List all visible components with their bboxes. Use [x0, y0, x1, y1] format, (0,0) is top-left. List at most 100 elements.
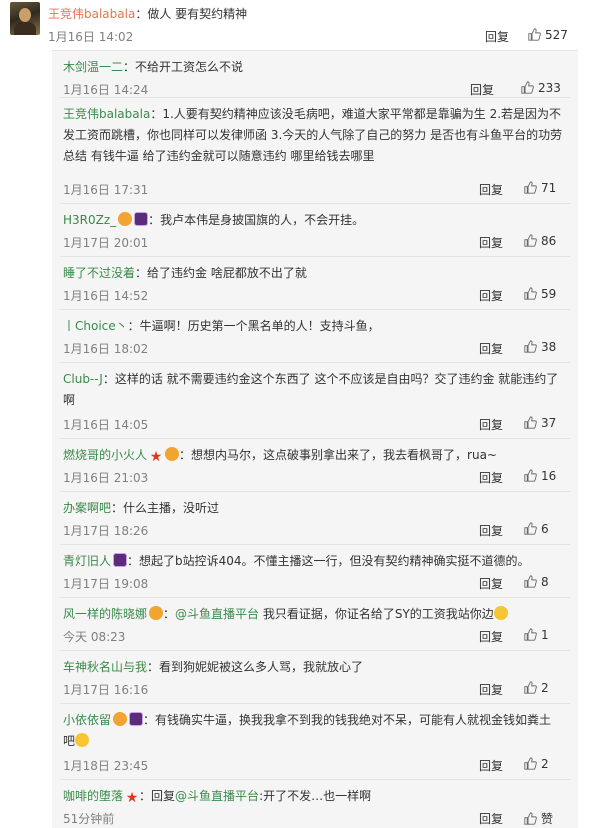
reply-button[interactable]: 回复 [479, 757, 503, 774]
reply-item: 燃烧哥的小火人 ★ ：想想内马尔，这点破事别拿出来了，我去看枫哥了，rua~ 1月1… [52, 439, 578, 492]
emoji-icon [75, 733, 90, 747]
reply-author[interactable]: Club--J [63, 372, 103, 386]
mention-link[interactable]: @斗鱼直播平台 [175, 607, 259, 621]
reply-line: 小依依留 ：有钱确实牛逼，换我我拿不到我的钱我绝对不呆，可能有人就视金钱如粪土吧 [63, 710, 563, 752]
reply-button[interactable]: 回复 [479, 181, 503, 198]
reply-author[interactable]: 丨Choice丶 [63, 319, 128, 333]
reply-button[interactable]: 回复 [479, 340, 503, 357]
thumb-up-icon [524, 757, 537, 770]
thumb-up-icon [524, 181, 537, 194]
reply-time: 1月16日 14:52 [63, 289, 149, 303]
reply-author[interactable]: 王竞伟balabala [63, 107, 150, 121]
like-button[interactable]: 59 [524, 287, 556, 301]
reply-author[interactable]: 小依依留 [63, 713, 111, 727]
reply-line: 车神秋名山与我：看到狗妮妮被这么多人骂，我就放心了 [63, 657, 563, 678]
like-button[interactable]: 6 [524, 522, 549, 536]
reply-button[interactable]: 回复 [485, 28, 509, 45]
like-count: 71 [541, 181, 557, 195]
reply-line: 睡了不过没着：给了违约金 啥屁都放不出了就 [63, 263, 563, 284]
like-button[interactable]: 1 [524, 628, 549, 642]
crown-badge-icon [118, 212, 133, 226]
reply-item: H3R0Zz_ ：我卢本伟是身披国旗的人，不会开挂。 1月17日 20:01 回复… [52, 204, 578, 257]
reply-line: 木剑温一二：不给开工资怎么不说 [63, 57, 563, 78]
thumb-up-icon [528, 28, 541, 41]
reply-button[interactable]: 回复 [479, 416, 503, 433]
like-button[interactable]: 2 [524, 757, 549, 771]
reply-sep: ： [147, 660, 160, 674]
reply-author[interactable]: H3R0Zz_ [63, 213, 116, 227]
like-button[interactable]: 233 [521, 81, 561, 95]
reply-text: 我只看证据，你证名给了SY的工资我站你边 [259, 607, 494, 621]
crown-badge-icon [113, 712, 128, 726]
reply-time: 1月16日 17:31 [63, 183, 149, 197]
reply-author[interactable]: 燃烧哥的小火人 [63, 448, 147, 462]
reply-button[interactable]: 回复 [479, 681, 503, 698]
like-count: 233 [538, 81, 561, 95]
like-count: 赞 [541, 812, 554, 826]
like-button[interactable]: 527 [528, 28, 568, 42]
reply-line: 咖啡的堕落 ★：回复@斗鱼直播平台:开了不发…也一样啊 [63, 786, 563, 807]
emoji-icon [493, 606, 508, 620]
like-button[interactable]: 71 [524, 181, 556, 195]
reply-button[interactable]: 回复 [479, 575, 503, 592]
reply-sep: ： [111, 501, 124, 515]
reply-item: 王竞伟balabala：1.人要有契约精神应该没毛病吧，难道大家平常都是靠骗为生… [52, 98, 578, 204]
top-comment: 王竞伟balabala：做人 要有契约精神 1月16日 14:02 回复 527 [0, 0, 589, 48]
reply-line: Club--J：这样的话 就不需要违约金这个东西了 这个不应该是自由吗？交了违约… [63, 369, 563, 411]
comment-line: 王竞伟balabala：做人 要有契约精神 [48, 5, 247, 22]
reply-line: H3R0Zz_ ：我卢本伟是身披国旗的人，不会开挂。 [63, 210, 563, 231]
reply-time: 1月16日 14:05 [63, 418, 149, 432]
reply-button[interactable]: 回复 [479, 469, 503, 486]
reply-author[interactable]: 睡了不过没着 [63, 266, 135, 280]
reply-sep: ： [135, 266, 148, 280]
like-button[interactable]: 2 [524, 681, 549, 695]
thumb-up-icon [524, 340, 537, 353]
reply-button[interactable]: 回复 [479, 810, 503, 827]
like-count: 59 [541, 287, 557, 301]
like-button[interactable]: 38 [524, 340, 556, 354]
reply-author[interactable]: 木剑温一二 [63, 60, 123, 74]
thumb-up-icon [524, 575, 537, 588]
crown-badge-icon [149, 606, 164, 620]
reply-time: 1月16日 14:24 [63, 83, 149, 97]
reply-sep: ： [148, 213, 161, 227]
reply-time: 51分钟前 [63, 812, 115, 826]
reply-item: 办案啊吧：什么主播，没听过 1月17日 18:26 回复 6 [52, 492, 578, 545]
like-button[interactable]: 8 [524, 575, 549, 589]
reply-author[interactable]: 办案啊吧 [63, 501, 111, 515]
crown-badge-icon [165, 447, 180, 461]
reply-line: 风一样的陈晓娜 ：@斗鱼直播平台 我只看证据，你证名给了SY的工资我站你边 [63, 604, 563, 625]
like-count: 86 [541, 234, 557, 248]
reply-text: 我卢本伟是身披国旗的人，不会开挂。 [160, 213, 365, 227]
reply-author[interactable]: 车神秋名山与我 [63, 660, 147, 674]
reply-line: 丨Choice丶：牛逼啊！历史第一个黑名单的人！支持斗鱼， [63, 316, 563, 337]
like-button[interactable]: 86 [524, 234, 556, 248]
reply-time: 1月16日 18:02 [63, 342, 149, 356]
reply-author[interactable]: 咖啡的堕落 [63, 789, 123, 803]
like-button[interactable]: 37 [524, 416, 556, 430]
like-button[interactable]: 16 [524, 469, 556, 483]
reply-button[interactable]: 回复 [479, 287, 503, 304]
reply-author[interactable]: 青灯旧人 [63, 554, 111, 568]
reply-author[interactable]: 风一样的陈晓娜 [63, 607, 147, 621]
reply-sep: ： [127, 319, 140, 333]
mention-link[interactable]: @斗鱼直播平台 [175, 789, 259, 803]
thumb-up-icon [524, 416, 537, 429]
reply-text: 不给开工资怎么不说 [135, 60, 244, 74]
reply-button[interactable]: 回复 [470, 81, 494, 98]
reply-button[interactable]: 回复 [479, 522, 503, 539]
reply-text: 想起了b站控诉404。不懂主播这一行，但没有契约精神确实挺不道德的。 [139, 554, 530, 568]
reply-button[interactable]: 回复 [479, 234, 503, 251]
reply-item: 丨Choice丶：牛逼啊！历史第一个黑名单的人！支持斗鱼， 1月16日 18:0… [52, 310, 578, 363]
reply-button[interactable]: 回复 [479, 628, 503, 645]
reply-text: 牛逼啊！历史第一个黑名单的人！支持斗鱼， [139, 319, 380, 333]
avatar[interactable] [10, 2, 40, 35]
comment-author[interactable]: 王竞伟balabala [48, 7, 135, 21]
reply-item: 小依依留 ：有钱确实牛逼，换我我拿不到我的钱我绝对不呆，可能有人就视金钱如粪土吧 … [52, 704, 578, 780]
like-button[interactable]: 赞 [524, 810, 553, 827]
comment-time: 1月16日 14:02 [48, 30, 134, 44]
thumb-up-icon [524, 681, 537, 694]
comment-sep: ： [135, 7, 148, 21]
thumb-up-icon [524, 812, 537, 825]
like-count: 38 [541, 340, 557, 354]
